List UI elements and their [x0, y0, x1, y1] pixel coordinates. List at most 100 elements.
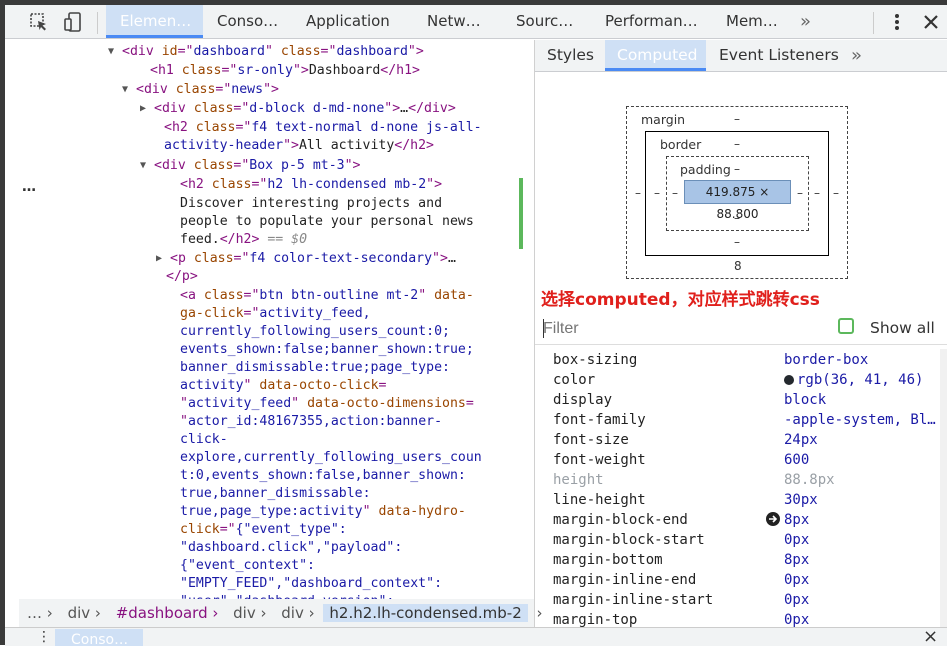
tab-event-listeners[interactable]: Event Listeners — [719, 40, 839, 71]
dom-token: ga-click — [180, 306, 244, 321]
breadcrumb-item[interactable]: div › — [281, 604, 314, 622]
computed-property-row[interactable]: margin-bottom 8px — [535, 550, 939, 570]
margin-right-value[interactable]: – — [833, 186, 839, 200]
dom-node-line[interactable]: ▶ <p class="f4 color-text-secondary">… — [156, 250, 456, 268]
padding-right-value[interactable]: – — [797, 186, 803, 200]
computed-property-row[interactable]: font-weight 600 — [535, 450, 939, 470]
dom-token: <div — [122, 44, 162, 59]
dom-node-line[interactable]: "dashboard.click","payload": — [180, 539, 402, 557]
computed-property-row[interactable]: color rgb(36, 41, 46) — [535, 370, 939, 390]
close-icon[interactable] — [921, 12, 941, 32]
expand-triangle-icon[interactable]: ▼ — [140, 157, 146, 175]
dom-node-line[interactable]: feed.</h2> == $0 — [180, 231, 307, 249]
more-tabs-button[interactable]: » — [800, 5, 820, 38]
padding-top-value[interactable]: – — [734, 162, 740, 176]
dom-node-line[interactable]: </p> — [166, 268, 198, 286]
dom-node-line[interactable]: t:0,events_shown:false,banner_shown: — [180, 467, 466, 485]
kebab-menu-icon[interactable] — [887, 12, 907, 32]
dom-node-line[interactable]: true,banner_dismissable: — [180, 485, 371, 503]
breadcrumb-selected[interactable]: h2.h2.lh-condensed.mb-2 — [323, 604, 528, 622]
dom-node-line[interactable]: Discover interesting projects and — [180, 195, 442, 213]
dom-token: </h2> — [219, 232, 260, 247]
tab-styles[interactable]: Styles — [547, 40, 594, 71]
border-bottom-value[interactable]: – — [734, 235, 740, 249]
dom-node-line[interactable]: "actor_id:48167355,action:banner- — [180, 413, 442, 431]
breadcrumb-item[interactable]: #dashboard › — [116, 604, 219, 622]
padding-left-value[interactable]: – — [672, 186, 678, 200]
dom-node-line[interactable]: true,page_type:activity" data-hydro- — [180, 503, 466, 521]
computed-property-row[interactable]: margin-inline-start 0px — [535, 590, 939, 610]
dom-node-line[interactable]: "EMPTY_FEED","dashboard_context": — [180, 575, 442, 593]
dom-node-line[interactable]: events_shown:false;banner_shown:true; — [180, 341, 474, 359]
computed-property-row[interactable]: font-family -apple-system, Bl… — [535, 410, 939, 430]
border-top-value[interactable]: – — [734, 137, 740, 151]
margin-top-value[interactable]: – — [734, 112, 740, 126]
collapse-triangle-icon[interactable]: ▶ — [156, 250, 162, 268]
tab-sources[interactable]: Sourc… — [516, 5, 582, 38]
dom-node-line[interactable]: explore,currently_following_users_coun — [180, 449, 482, 467]
border-right-value[interactable]: – — [814, 186, 820, 200]
dom-node-line[interactable]: <h2 class="f4 text-normal d-none js-all- — [164, 119, 482, 137]
dom-node-line[interactable]: <h2 class="h2 lh-condensed mb-2"> — [180, 176, 442, 194]
border-left-value[interactable]: – — [654, 186, 660, 200]
tab-memory[interactable]: Mem… — [726, 5, 782, 38]
dom-node-line[interactable]: ga-click="activity_feed, — [180, 305, 371, 323]
tab-performance[interactable]: Performan… — [605, 5, 701, 38]
dom-token: people to populate your personal news — [180, 214, 474, 229]
dom-node-line[interactable]: activity-header">All activity</h2> — [164, 137, 434, 155]
computed-property-row[interactable]: line-height 30px — [535, 490, 939, 510]
computed-property-row[interactable]: display block — [535, 390, 939, 410]
inspect-element-icon[interactable] — [29, 12, 49, 32]
dom-node-line[interactable]: click="{"event_type": — [180, 521, 347, 539]
scrollbar[interactable] — [940, 349, 947, 627]
annotation-note: 选择computed，对应样式跳转css — [541, 290, 820, 310]
dom-node-line[interactable]: <h1 class="sr-only">Dashboard</h1> — [150, 62, 420, 80]
margin-left-value[interactable]: – — [635, 186, 641, 200]
computed-property-row[interactable]: font-size 24px — [535, 430, 939, 450]
dom-node-line[interactable]: banner_dismissable:true;page_type: — [180, 359, 450, 377]
tab-elements[interactable]: Elemen… — [106, 5, 203, 38]
show-all-label[interactable]: Show all — [870, 319, 935, 337]
dom-node-line[interactable]: {"event_context": — [180, 557, 315, 575]
tab-computed[interactable]: Computed — [605, 40, 706, 71]
dom-node-line[interactable]: people to populate your personal news — [180, 213, 474, 231]
dom-token: class — [211, 177, 252, 192]
drawer-tab-console[interactable]: Conso… — [55, 629, 143, 646]
dom-token: Discover interesting projects and — [180, 196, 443, 211]
tab-network[interactable]: Netw… — [427, 5, 491, 38]
dom-node-line[interactable]: click- — [180, 431, 228, 449]
dom-node-line[interactable]: ▶ <div class="d-block d-md-none">…</div> — [140, 100, 456, 118]
device-toolbar-icon[interactable] — [63, 12, 83, 32]
filter-input[interactable] — [541, 317, 825, 341]
dom-node-line[interactable]: "activity_feed" data-octo-dimensions= — [180, 395, 474, 413]
tab-application[interactable]: Application — [306, 5, 398, 38]
drawer-menu-icon[interactable]: ⋮ — [37, 628, 51, 646]
breadcrumb-item[interactable]: div › — [233, 604, 266, 622]
dom-node-line[interactable]: currently_following_users_count:0; — [180, 323, 450, 341]
dom-node-line[interactable]: activity" data-octo-click= — [180, 377, 386, 395]
tab-console[interactable]: Conso… — [217, 5, 295, 38]
collapse-triangle-icon[interactable]: ▶ — [140, 100, 146, 118]
dom-node-line[interactable]: <a class="btn btn-outline mt-2" data- — [180, 287, 474, 305]
computed-property-row[interactable]: margin-inline-end 0px — [535, 570, 939, 590]
expand-triangle-icon[interactable]: ▼ — [122, 81, 128, 99]
margin-bottom-value[interactable]: 8 — [734, 259, 742, 273]
goto-source-icon[interactable] — [766, 512, 780, 526]
computed-property-row[interactable]: box-sizing border-box — [535, 350, 939, 370]
drawer-close-icon[interactable]: × — [923, 626, 938, 647]
color-swatch[interactable] — [784, 375, 794, 385]
dom-token: data-octo-click — [259, 378, 379, 393]
computed-property-row[interactable]: margin-top 0px — [535, 610, 939, 627]
breadcrumb-item[interactable]: div › — [68, 604, 101, 622]
computed-property-row[interactable]: margin-block-end 8px — [535, 510, 939, 530]
computed-property-row[interactable]: height 88.8px — [535, 470, 939, 490]
dom-node-line[interactable]: ▼ <div id="dashboard" class="dashboard"> — [108, 43, 424, 61]
show-all-checkbox[interactable] — [838, 318, 854, 334]
expand-triangle-icon[interactable]: ▼ — [108, 43, 114, 61]
dom-node-line[interactable]: ▼ <div class="news"> — [122, 81, 279, 99]
more-subtabs-button[interactable]: » — [851, 40, 862, 71]
dom-node-line[interactable]: ▼ <div class="Box p-5 mt-3"> — [140, 157, 360, 175]
box-model-content[interactable]: 419.875 × 88.800 — [684, 180, 791, 221]
breadcrumb-item[interactable]: … › — [27, 604, 53, 622]
computed-property-row[interactable]: margin-block-start 0px — [535, 530, 939, 550]
